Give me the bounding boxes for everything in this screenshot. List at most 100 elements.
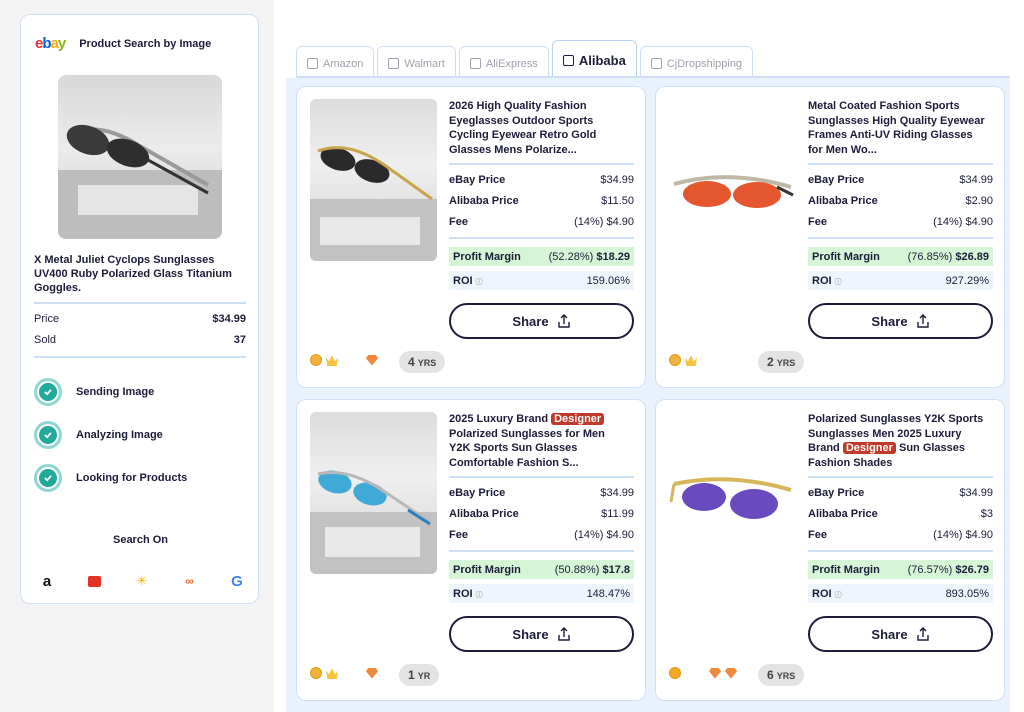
sold-label: Sold — [34, 334, 57, 346]
divider — [808, 550, 993, 552]
source-price-row: Alibaba Price $11.50 — [449, 195, 634, 207]
google-icon[interactable]: G — [227, 571, 247, 591]
profit-margin-row: Profit Margin (76.57%) $26.79 — [808, 560, 993, 579]
tab-aliexpress[interactable]: AliExpress — [458, 46, 549, 80]
product-title[interactable]: 2025 Luxury Brand Designer Polarized Sun… — [449, 412, 629, 470]
tab-walmart[interactable]: Walmart — [377, 46, 456, 80]
crown-icon — [326, 355, 338, 366]
diamond-icon — [366, 667, 378, 679]
price-row: Price $34.99 — [34, 313, 246, 325]
source-price-value: $2.90 — [965, 195, 993, 207]
divider — [449, 237, 634, 239]
roi-label: ROI ⓘ — [453, 587, 483, 600]
walmart-icon[interactable]: ✳ — [132, 571, 152, 591]
fee-label: Fee — [808, 216, 827, 228]
product-image — [310, 412, 437, 574]
supplier-years-badge: 1 YR — [399, 664, 440, 686]
info-icon: ⓘ — [834, 591, 842, 599]
fee-value: (14%) $4.90 — [933, 216, 993, 228]
profit-label: Profit Margin — [453, 563, 521, 576]
amazon-icon[interactable]: a — [37, 571, 57, 591]
supplier-badges — [310, 667, 378, 679]
sold-value: 37 — [233, 334, 246, 346]
verified-icon — [669, 667, 681, 679]
ebay-price-value: $34.99 — [959, 487, 993, 499]
info-icon: ⓘ — [834, 278, 842, 286]
product-card: Polarized Sunglasses Y2K Sports Sunglass… — [655, 399, 1005, 701]
step-analyzing-image: Analyzing Image — [34, 421, 163, 449]
panel-title: Product Search by Image — [79, 37, 212, 50]
supplier-badges — [669, 667, 737, 679]
store-icon — [562, 55, 574, 66]
share-label: Share — [512, 313, 549, 329]
source-price-label: Alibaba Price — [449, 508, 519, 520]
roi-row: ROI ⓘ 927.29% — [808, 271, 993, 290]
source-price-label: Alibaba Price — [808, 195, 878, 207]
step-label: Sending Image — [76, 386, 155, 398]
share-button[interactable]: Share — [808, 616, 993, 652]
store-icon — [388, 58, 400, 69]
source-price-label: Alibaba Price — [449, 195, 519, 207]
check-icon — [34, 464, 62, 492]
fee-row: Fee (14%) $4.90 — [449, 216, 634, 228]
aliexpress-icon[interactable] — [85, 571, 105, 591]
supplier-badges — [310, 354, 378, 366]
gold-medal-icon — [310, 667, 322, 679]
ebay-price-row: eBay Price $34.99 — [449, 487, 634, 499]
share-button[interactable]: Share — [449, 303, 634, 339]
search-panel: ebay Product Search by Image X Metal Jul… — [20, 14, 259, 604]
product-title[interactable]: Polarized Sunglasses Y2K Sports Sunglass… — [808, 412, 988, 470]
query-product-title: X Metal Juliet Cyclops Sunglasses UV400 … — [34, 254, 232, 294]
share-button[interactable]: Share — [449, 616, 634, 652]
profit-margin-row: Profit Margin (50.88%) $17.8 — [449, 560, 634, 579]
roi-row: ROI ⓘ 148.47% — [449, 584, 634, 603]
divider — [34, 302, 246, 304]
check-icon — [34, 421, 62, 449]
divider — [808, 237, 993, 239]
ebay-price-value: $34.99 — [959, 174, 993, 186]
product-image — [310, 99, 437, 261]
step-sending-image: Sending Image — [34, 378, 154, 406]
roi-value: 148.47% — [586, 587, 630, 600]
share-icon — [557, 314, 570, 328]
ebay-price-label: eBay Price — [808, 487, 865, 499]
product-card: 2025 Luxury Brand Designer Polarized Sun… — [296, 399, 646, 701]
supplier-badges — [669, 354, 697, 366]
divider — [34, 356, 246, 358]
step-label: Looking for Products — [76, 472, 188, 484]
tab-label: Walmart — [404, 57, 445, 70]
search-on-label: Search On — [112, 534, 169, 546]
fee-row: Fee (14%) $4.90 — [808, 216, 993, 228]
ebay-price-row: eBay Price $34.99 — [449, 174, 634, 186]
source-price-row: Alibaba Price $3 — [808, 508, 993, 520]
fee-value: (14%) $4.90 — [574, 216, 634, 228]
roi-value: 927.29% — [945, 274, 989, 287]
profit-label: Profit Margin — [812, 563, 880, 576]
cjdropshipping-icon[interactable]: ∞ — [180, 571, 200, 591]
profit-value: (52.28%) $18.29 — [548, 250, 630, 263]
supplier-years-badge: 2 YRS — [758, 351, 805, 373]
profit-label: Profit Margin — [453, 250, 521, 263]
source-price-value: $11.50 — [601, 195, 634, 207]
tab-alibaba[interactable]: Alibaba — [551, 40, 637, 80]
share-icon — [916, 627, 929, 641]
fee-label: Fee — [449, 529, 468, 541]
diamond-icon — [709, 667, 721, 679]
tab-label: Amazon — [323, 57, 364, 70]
source-price-row: Alibaba Price $2.90 — [808, 195, 993, 207]
product-title[interactable]: 2026 High Quality Fashion Eyeglasses Out… — [449, 99, 629, 157]
gold-medal-icon — [310, 354, 322, 366]
check-icon — [34, 378, 62, 406]
store-icon — [650, 58, 662, 69]
tab-amazon[interactable]: Amazon — [296, 46, 375, 80]
product-image — [669, 412, 796, 574]
product-card: Metal Coated Fashion Sports Sunglasses H… — [655, 86, 1005, 388]
panel-header: ebay Product Search by Image — [35, 35, 211, 52]
crown-icon — [685, 355, 697, 366]
product-title[interactable]: Metal Coated Fashion Sports Sunglasses H… — [808, 99, 988, 157]
store-icon — [469, 58, 481, 69]
share-button[interactable]: Share — [808, 303, 993, 339]
tab-cjdropshipping[interactable]: CjDropshipping — [639, 46, 754, 80]
divider — [449, 476, 634, 478]
ebay-price-value: $34.99 — [600, 487, 634, 499]
